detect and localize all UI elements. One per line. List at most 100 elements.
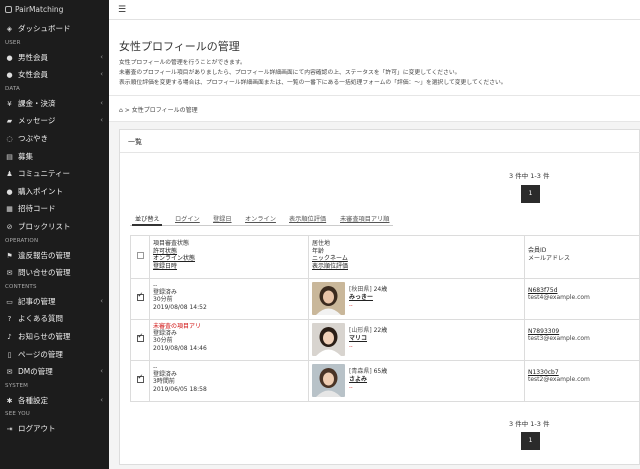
table-row[interactable]: -- 登録済み 30分前 2019/08/08 14:52 [130, 278, 640, 320]
sidebar-item[interactable]: ✉ 問い合せの管理 [0, 264, 109, 282]
rank-evaluation: -- [349, 303, 353, 309]
header-status: 項目審査状態 許可状態 オンライン状態 登録日時 [149, 235, 309, 279]
prefecture: [山形県] [349, 327, 372, 334]
header-account: 会員ID メールアドレス [524, 235, 640, 279]
sidebar-item[interactable]: ⇥ ログアウト [0, 420, 109, 438]
nickname-link[interactable]: さよみ [349, 376, 387, 384]
sidebar-item[interactable]: ▦ 招待コード [0, 200, 109, 218]
sidebar-item[interactable]: ▤ 募集 [0, 148, 109, 166]
list-card: 一覧 3 件中 1-3 件 1 並び替え ログイン 登録日 オンライン 表示順位… [119, 129, 640, 465]
sidebar-item-label: お知らせの管理 [18, 331, 71, 341]
sidebar-item-label: つぶやき [18, 133, 48, 143]
sort-tab-online[interactable]: オンライン [245, 214, 276, 223]
header-label: メールアドレス [528, 254, 571, 262]
row-checkbox[interactable] [136, 333, 144, 342]
sidebar-item-label: 募集 [18, 151, 33, 161]
status-cell: -- 登録済み 30分前 2019/08/08 14:52 [149, 278, 309, 320]
sidebar-item[interactable]: ◈ ダッシュボード [0, 20, 109, 38]
sidebar-item[interactable]: ◌ つぶやき [0, 130, 109, 148]
member-id-link[interactable]: N7893309 [528, 328, 637, 335]
select-all-checkbox[interactable] [136, 252, 144, 259]
sort-label: 並び替え [135, 216, 160, 223]
sidebar-item-label: コミュニティー [18, 169, 71, 179]
sidebar-item-label: 女性会員 [18, 70, 48, 80]
permission-status: 登録済み [153, 371, 178, 379]
coin-icon: ● [6, 187, 13, 196]
sidebar-item[interactable]: ⊘ ブロックリスト [0, 218, 109, 236]
flag-icon: ⚑ [6, 251, 13, 260]
dm-icon: ✉ [6, 368, 13, 377]
page-description-line: 女性プロフィールの管理を行うことができます。 [119, 60, 246, 66]
row-checkbox[interactable] [136, 292, 144, 301]
sort-tab-rank[interactable]: 表示順位評価 [289, 214, 326, 223]
table-row[interactable]: 未審査の項目アリ 登録済み 30分前 2019/08/08 14:46 [130, 319, 640, 361]
menu-toggle-icon[interactable]: ☰ [118, 5, 126, 15]
block-icon: ⊘ [6, 222, 13, 231]
sidebar-item-label: 記事の管理 [18, 296, 56, 306]
sidebar-item[interactable]: ▯ ページの管理 [0, 346, 109, 364]
sort-active-indicator [132, 224, 162, 226]
sidebar-item-label: 男性会員 [18, 52, 48, 62]
member-id-link[interactable]: N683f75d [528, 287, 637, 294]
chat-icon: ▰ [6, 117, 13, 126]
sidebar-item[interactable]: ● 女性会員 ‹ [0, 66, 109, 84]
profile-photo[interactable] [312, 323, 345, 356]
sidebar-item-label: 課金・決済 [18, 98, 56, 108]
sidebar-item[interactable]: ● 購入ポイント [0, 183, 109, 201]
nickname-link[interactable]: マリコ [349, 335, 387, 343]
sidebar-item[interactable]: ? よくある質問 [0, 310, 109, 328]
app-brand[interactable]: PairMatching [0, 0, 109, 20]
account-cell: N7893309 test3@example.com [524, 319, 640, 361]
sort-header-link[interactable]: 許可状態 [153, 248, 305, 256]
sidebar-item[interactable]: ♟ コミュニティー [0, 165, 109, 183]
breadcrumb-current: 女性プロフィールの管理 [131, 107, 198, 114]
home-icon[interactable]: ⌂ [119, 107, 123, 114]
permission-status: 登録済み [153, 289, 178, 297]
sidebar-item[interactable]: ● 男性会員 ‹ [0, 49, 109, 67]
chevron-left-icon: ‹ [100, 98, 103, 107]
chevron-left-icon: ‹ [100, 395, 103, 404]
pagination-page-bottom[interactable]: 1 [521, 432, 540, 450]
sort-tab-login[interactable]: ログイン [175, 214, 200, 223]
row-select-cell [130, 360, 150, 402]
profile-photo[interactable] [312, 282, 345, 315]
nickname-link[interactable]: みっきー [349, 294, 387, 302]
pagination-page-top[interactable]: 1 [521, 185, 540, 203]
app-title: PairMatching [15, 5, 64, 14]
page-title: 女性プロフィールの管理 [119, 40, 240, 53]
sidebar-item-label: 各種設定 [18, 395, 48, 405]
chevron-left-icon: ‹ [100, 52, 103, 61]
group-icon: ♟ [6, 170, 13, 179]
sidebar-section-label: USER [5, 39, 21, 46]
status-cell: -- 登録済み 3時間前 2019/06/05 18:58 [149, 360, 309, 402]
sidebar-item[interactable]: ♪ お知らせの管理 [0, 328, 109, 346]
sort-header-link[interactable]: 登録日時 [153, 263, 305, 271]
sidebar-item[interactable]: ✱ 各種設定 ‹ [0, 392, 109, 410]
sort-header-link[interactable]: オンライン状態 [153, 255, 305, 263]
sort-tab-unreviewed[interactable]: 未審査項目アリ順 [340, 214, 390, 223]
sort-tab-registered[interactable]: 登録日 [213, 214, 232, 223]
sidebar-item[interactable]: ⚑ 違反報告の管理 [0, 247, 109, 265]
page-description-line: 表示順位評価を変更する場合は、プロフィール詳細画面または、一覧の一番下にある一括… [119, 80, 507, 86]
row-checkbox[interactable] [136, 374, 144, 383]
sidebar-item[interactable]: ¥ 課金・決済 ‹ [0, 95, 109, 113]
page-description-line: 未審査のプロフィール項目がありましたら、プロフィール詳細画面にて内容確認の上、ス… [119, 70, 461, 76]
sort-tabs-underline [130, 225, 393, 226]
profile-photo[interactable] [312, 364, 345, 397]
sidebar-item[interactable]: ▭ 記事の管理 ‹ [0, 293, 109, 311]
sidebar-item-label: 招待コード [18, 204, 56, 214]
sidebar-item[interactable]: ✉ DMの管理 ‹ [0, 363, 109, 381]
sidebar-item-label: DMの管理 [18, 367, 53, 377]
code-icon: ▦ [6, 205, 13, 214]
logo-icon [5, 6, 12, 13]
table-row[interactable]: -- 登録済み 3時間前 2019/06/05 18:58 [130, 360, 640, 402]
sort-header-link[interactable]: ニックネーム [312, 255, 521, 263]
header-label: 会員ID [528, 247, 547, 254]
comment-icon: ◌ [6, 134, 13, 143]
sidebar-item[interactable]: ▰ メッセージ ‹ [0, 112, 109, 130]
topbar: ☰ [109, 0, 640, 20]
inquiry-icon: ✉ [6, 269, 13, 278]
member-id-link[interactable]: N1330cb7 [528, 369, 637, 376]
sort-header-link[interactable]: 表示順位評価 [312, 263, 521, 271]
registered-date: 2019/08/08 14:52 [153, 303, 207, 311]
